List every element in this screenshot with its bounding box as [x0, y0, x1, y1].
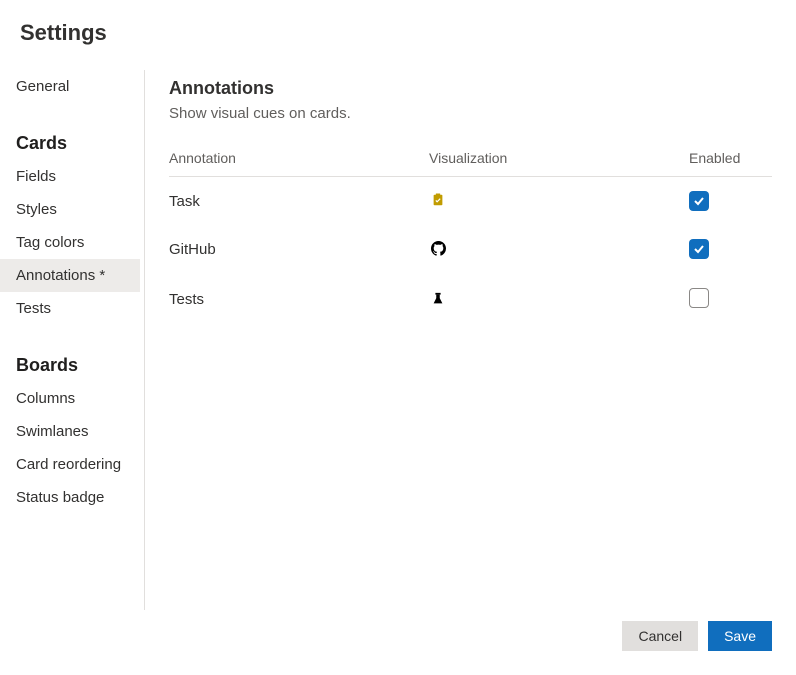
annotations-table: Annotation Visualization Enabled Task [169, 150, 772, 326]
sidebar-item-card-reordering[interactable]: Card reordering [0, 448, 140, 481]
sidebar-item-general[interactable]: General [0, 70, 140, 103]
task-icon [429, 191, 447, 209]
visualization-cell [429, 239, 689, 260]
tests-icon [429, 290, 447, 308]
sidebar: General Cards Fields Styles Tag colors A… [0, 70, 145, 610]
cancel-button[interactable]: Cancel [622, 621, 698, 651]
table-row: Task [169, 177, 772, 225]
github-icon [429, 239, 447, 257]
visualization-cell [429, 191, 689, 211]
sidebar-item-swimlanes[interactable]: Swimlanes [0, 415, 140, 448]
annotation-name: Task [169, 193, 429, 210]
table-row: GitHub [169, 225, 772, 274]
save-button[interactable]: Save [708, 621, 772, 651]
column-header-enabled[interactable]: Enabled [689, 150, 769, 166]
sidebar-item-styles[interactable]: Styles [0, 193, 140, 226]
sidebar-item-tests[interactable]: Tests [0, 292, 140, 325]
annotation-name: GitHub [169, 241, 429, 258]
enabled-checkbox[interactable] [689, 288, 709, 308]
footer: Cancel Save [622, 621, 772, 651]
column-header-visualization[interactable]: Visualization [429, 150, 689, 166]
page-title: Settings [0, 0, 796, 46]
sidebar-section-boards: Boards [0, 347, 144, 382]
visualization-cell [429, 290, 689, 310]
sidebar-section-cards: Cards [0, 125, 144, 160]
main-panel: Annotations Show visual cues on cards. A… [145, 70, 796, 610]
table-row: Tests [169, 274, 772, 326]
sidebar-item-annotations[interactable]: Annotations * [0, 259, 140, 292]
enabled-checkbox[interactable] [689, 239, 709, 259]
sidebar-item-status-badge[interactable]: Status badge [0, 481, 140, 514]
column-header-annotation[interactable]: Annotation [169, 150, 429, 166]
layout: General Cards Fields Styles Tag colors A… [0, 70, 796, 610]
panel-subheading: Show visual cues on cards. [169, 105, 772, 122]
sidebar-item-tag-colors[interactable]: Tag colors [0, 226, 140, 259]
sidebar-item-columns[interactable]: Columns [0, 382, 140, 415]
panel-heading: Annotations [169, 78, 772, 99]
sidebar-item-fields[interactable]: Fields [0, 160, 140, 193]
annotation-name: Tests [169, 291, 429, 308]
enabled-checkbox[interactable] [689, 191, 709, 211]
table-header: Annotation Visualization Enabled [169, 150, 772, 177]
